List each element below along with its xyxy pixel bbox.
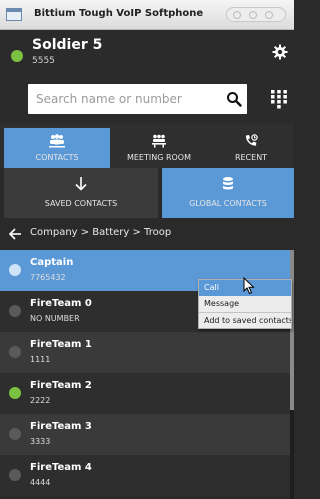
- download-arrow-icon: [75, 177, 87, 191]
- window-title-bar[interactable]: Bittium Tough VoIP Softphone: [0, 0, 294, 30]
- database-icon: [223, 177, 233, 190]
- contact-number: 7765432: [30, 273, 66, 282]
- tab-meeting-room-label: MEETING ROOM: [126, 153, 192, 162]
- contact-number: 2222: [30, 396, 51, 405]
- contact-row[interactable]: FireTeam 2 2222: [0, 373, 290, 414]
- search-input[interactable]: [36, 84, 214, 114]
- tab-recent[interactable]: RECENT: [208, 128, 294, 168]
- contact-number: 4444: [30, 478, 51, 487]
- window-controls: [226, 7, 286, 22]
- tab-global-contacts[interactable]: GLOBAL CONTACTS: [162, 168, 294, 218]
- contacts-icon: [49, 134, 65, 148]
- contact-row[interactable]: FireTeam 1 1111: [0, 332, 290, 373]
- contact-name: FireTeam 1: [30, 339, 92, 350]
- contact-number: 3333: [30, 437, 51, 446]
- settings-gear-icon[interactable]: [272, 44, 288, 60]
- presence-status-indicator: [9, 428, 21, 440]
- user-name: Soldier 5: [32, 37, 103, 53]
- scrollbar-thumb[interactable]: [290, 250, 294, 410]
- user-profile-header: Soldier 5 5555: [0, 30, 294, 74]
- maximize-button[interactable]: [249, 11, 257, 19]
- contact-name: FireTeam 2: [30, 380, 92, 391]
- tab-saved-contacts-label: SAVED CONTACTS: [44, 199, 118, 208]
- presence-status-indicator: [9, 346, 21, 358]
- tab-contacts[interactable]: CONTACTS: [4, 128, 110, 168]
- contact-number: NO NUMBER: [30, 314, 80, 323]
- menu-item-add-to-saved-contacts[interactable]: Add to saved contacts: [199, 313, 291, 329]
- tab-global-contacts-label: GLOBAL CONTACTS: [189, 199, 267, 208]
- close-button[interactable]: [265, 11, 273, 19]
- minimize-button[interactable]: [233, 11, 241, 19]
- meeting-room-icon: [152, 134, 166, 148]
- contact-name: Captain: [30, 257, 74, 268]
- mouse-pointer-icon: [243, 277, 255, 295]
- search-icon[interactable]: [226, 91, 242, 107]
- user-number: 5555: [32, 56, 55, 66]
- presence-status-indicator: [9, 469, 21, 481]
- contact-row[interactable]: FireTeam 3 3333: [0, 414, 290, 455]
- contact-row[interactable]: FireTeam 4 4444: [0, 455, 290, 496]
- tab-contacts-label: CONTACTS: [35, 153, 79, 162]
- contact-name: FireTeam 3: [30, 421, 92, 432]
- menu-item-message[interactable]: Message: [199, 296, 291, 312]
- window-title: Bittium Tough VoIP Softphone: [34, 8, 204, 19]
- search-box: [28, 84, 247, 114]
- breadcrumb-path: Company > Battery > Troop: [30, 227, 172, 238]
- search-bar: [0, 74, 294, 124]
- contact-name: FireTeam 0: [30, 298, 92, 309]
- presence-status-indicator: [9, 305, 21, 317]
- window-app-icon: [6, 8, 22, 21]
- contact-number: 1111: [30, 355, 51, 364]
- tab-meeting-room[interactable]: MEETING ROOM: [110, 128, 208, 168]
- tab-recent-label: RECENT: [234, 153, 268, 162]
- presence-status-indicator: [9, 387, 21, 399]
- contact-name: FireTeam 4: [30, 462, 92, 473]
- presence-status-indicator: [9, 264, 21, 276]
- dialpad-icon[interactable]: [270, 89, 288, 109]
- breadcrumb: Company > Battery > Troop: [0, 218, 294, 250]
- contact-source-tabs: SAVED CONTACTS GLOBAL CONTACTS: [0, 168, 294, 218]
- tab-saved-contacts[interactable]: SAVED CONTACTS: [4, 168, 158, 218]
- presence-status-indicator[interactable]: [11, 50, 23, 62]
- main-tabs: CONTACTS MEETING ROOM RECENT: [0, 124, 294, 168]
- recent-calls-icon: [245, 134, 258, 146]
- back-arrow-icon[interactable]: [8, 227, 22, 241]
